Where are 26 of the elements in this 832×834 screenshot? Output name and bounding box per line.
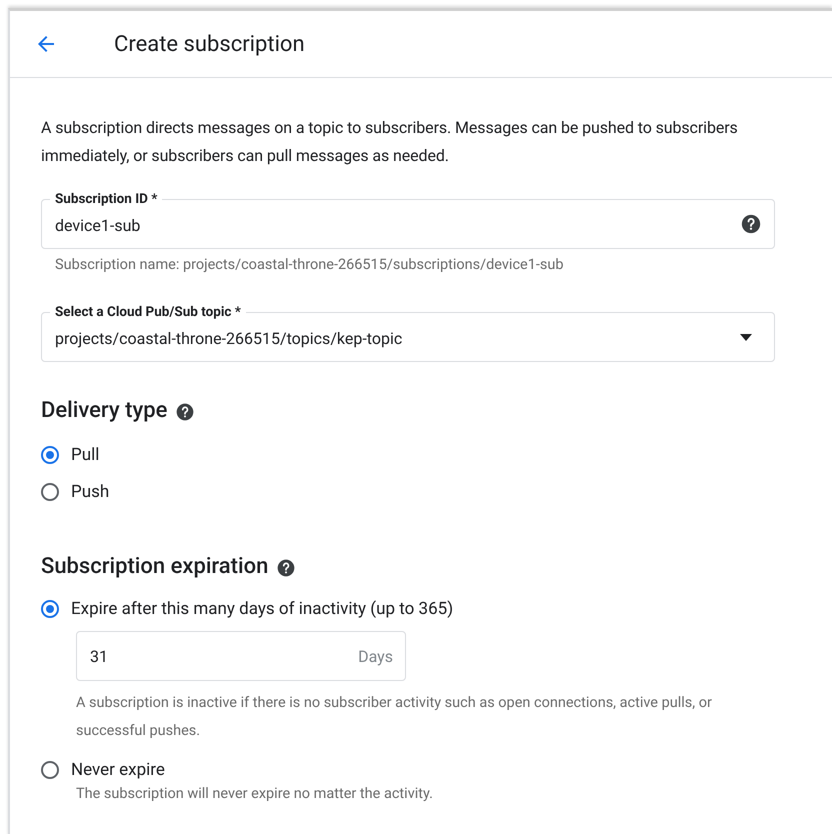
help-icon[interactable] bbox=[276, 558, 296, 578]
radio-button[interactable] bbox=[41, 446, 59, 464]
radio-button[interactable] bbox=[41, 761, 59, 779]
helper-text: A subscription is inactive if there is no subscriber activity such as open connections, active pulls, or successful pushes. bbox=[76, 693, 713, 741]
field-value: projects/coastal-throne-266515/topics/kep-topic bbox=[55, 328, 404, 348]
section-title: Subscription expiration bbox=[41, 554, 268, 579]
radio-label: Expire after this many days of inactivity (up to 365) bbox=[71, 599, 454, 619]
section-title: Delivery type bbox=[41, 398, 168, 423]
field-label: Select a Cloud Pub/Sub topic * bbox=[50, 304, 246, 320]
page-title: Create subscription bbox=[114, 32, 305, 56]
radio-label: Pull bbox=[71, 445, 100, 465]
field-label: Subscription ID * bbox=[50, 191, 162, 207]
help-icon[interactable] bbox=[175, 402, 196, 422]
field-value: 31 bbox=[90, 646, 108, 666]
radio-label: Never expire bbox=[71, 760, 165, 780]
days-input-field[interactable]: 31 Days bbox=[76, 631, 406, 681]
field-suffix: Days bbox=[358, 646, 393, 666]
radio-button[interactable] bbox=[41, 600, 59, 618]
help-icon[interactable] bbox=[740, 213, 762, 235]
field-value: device1-sub bbox=[55, 216, 142, 234]
intro-text: A subscription directs messages on a topic to subscribers. Messages can be pushed to subscribers immediately, or subscribers can pull messages as needed. bbox=[41, 117, 739, 167]
radio-button[interactable] bbox=[41, 483, 59, 501]
radio-label: Push bbox=[71, 482, 110, 502]
helper-text: The subscription will never expire no matter the activity. bbox=[76, 784, 434, 804]
helper-text: Subscription name: projects/coastal-throne-266515/subscriptions/device1-sub bbox=[54, 255, 565, 275]
caret-icon bbox=[740, 334, 752, 340]
